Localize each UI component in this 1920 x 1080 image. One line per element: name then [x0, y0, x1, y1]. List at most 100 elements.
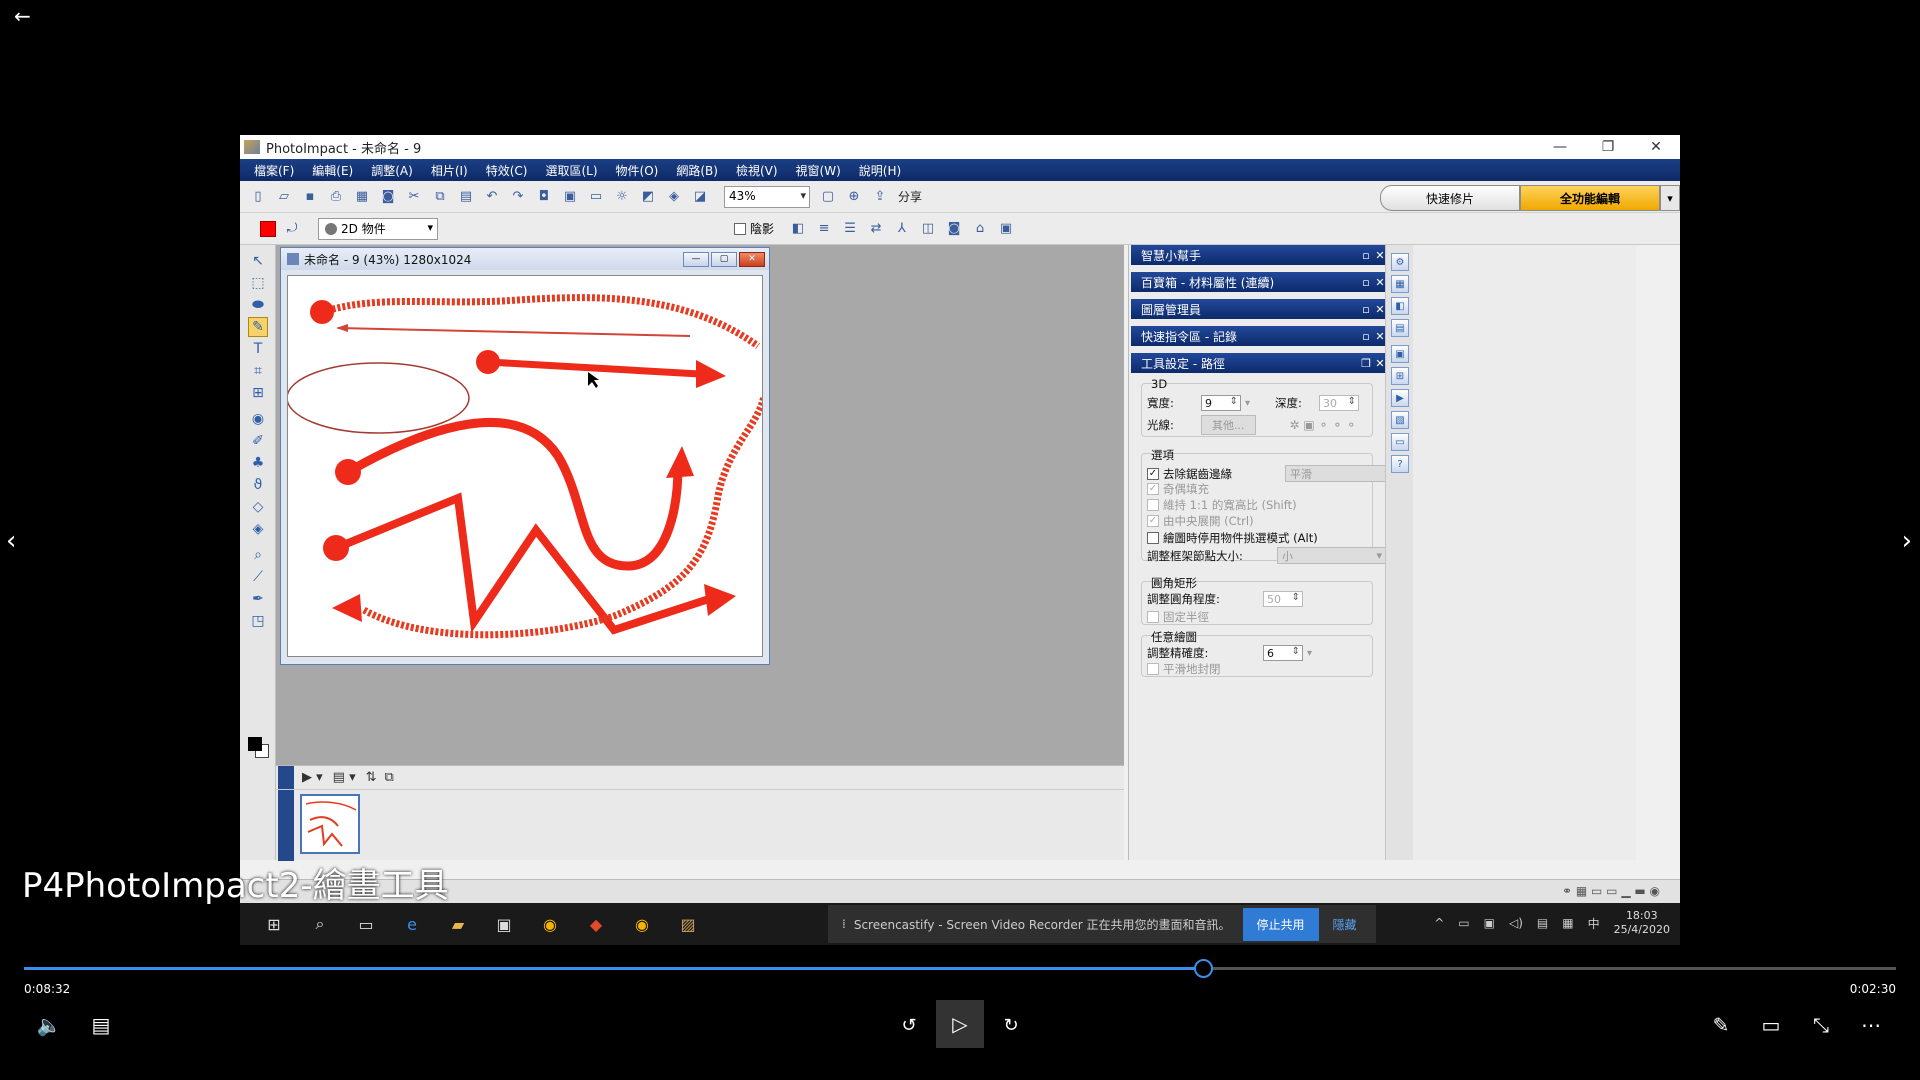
- share-icon[interactable]: ⇪: [870, 187, 890, 207]
- image-icon[interactable]: ▣: [560, 187, 580, 207]
- copy-icon[interactable]: ⧉: [430, 187, 450, 207]
- play-button[interactable]: ▷: [936, 1000, 984, 1048]
- magnify-icon[interactable]: ⊕: [844, 187, 864, 207]
- menu-web[interactable]: 網路(B): [676, 162, 718, 179]
- shape-tool-icon[interactable]: ◳: [248, 611, 268, 631]
- minimize-button[interactable]: —: [1536, 135, 1584, 159]
- layout-icon[interactable]: ▤ ▾: [333, 770, 356, 785]
- selection-tool-icon[interactable]: ⬚: [248, 273, 268, 293]
- width-spinner[interactable]: 9: [1201, 395, 1241, 411]
- antialias-checkbox[interactable]: ✓: [1147, 467, 1159, 480]
- mini-view-icon[interactable]: ▭: [1756, 1010, 1786, 1040]
- play-thumb-icon[interactable]: ▶ ▾: [302, 770, 323, 785]
- network-icon[interactable]: ▣: [1484, 916, 1495, 930]
- full-edit-button[interactable]: 全功能編輯: [1520, 185, 1660, 211]
- path-drawing-tool-icon[interactable]: ✎: [248, 317, 268, 337]
- eraser-tool-icon[interactable]: ◇: [248, 497, 268, 517]
- save-icon[interactable]: ▪: [300, 187, 320, 207]
- redo-icon[interactable]: ↷: [508, 187, 528, 207]
- precision-expand-icon[interactable]: ▾: [1307, 648, 1312, 659]
- fixed-radius-checkbox[interactable]: [1147, 611, 1159, 623]
- pick-tool-icon[interactable]: ↖: [248, 251, 268, 271]
- stamp-tool-icon[interactable]: ♣: [248, 453, 268, 473]
- other-button[interactable]: 其他...: [1201, 415, 1256, 435]
- exit-fullscreen-icon[interactable]: ⤡: [1806, 1010, 1836, 1040]
- cut-icon[interactable]: ✂: [404, 187, 424, 207]
- zoom-select[interactable]: 43%: [724, 185, 810, 208]
- drawing-canvas[interactable]: [287, 275, 763, 657]
- seek-bar[interactable]: [24, 959, 1896, 978]
- panel-float-icon[interactable]: ▫: [1359, 276, 1373, 289]
- sort-icon[interactable]: ⇅: [366, 770, 377, 785]
- grid-shortcut-icon[interactable]: ⊞: [1391, 367, 1409, 385]
- antialias-row[interactable]: ✓ 去除鋸齒邊緣 平滑: [1147, 465, 1395, 482]
- disable-select-row[interactable]: 繪圖時停用物件挑選模式 (Alt): [1147, 530, 1318, 546]
- menu-effect[interactable]: 特效(C): [486, 162, 528, 179]
- task-view-icon[interactable]: ▭: [354, 912, 378, 936]
- doc-minimize-button[interactable]: —: [683, 251, 709, 267]
- edit-pen-icon[interactable]: ✎: [1706, 1010, 1736, 1040]
- chrome-active-icon[interactable]: ◉: [630, 912, 654, 936]
- panel-dock-icon[interactable]: ❐: [1359, 357, 1373, 370]
- panel-float-icon[interactable]: ▫: [1359, 249, 1373, 262]
- menu-help[interactable]: 說明(H): [859, 162, 901, 179]
- chrome-icon[interactable]: ◉: [538, 912, 562, 936]
- layer-shortcut-icon[interactable]: ◧: [1391, 297, 1409, 315]
- close-button[interactable]: ✕: [1632, 135, 1680, 159]
- light-direction-icons[interactable]: ✲ ▣ ⚬ ⚬ ⚬: [1290, 418, 1357, 432]
- smooth-close-checkbox[interactable]: [1147, 663, 1159, 675]
- eyedropper-tool-icon[interactable]: ⟋: [248, 567, 268, 587]
- lasso-tool-icon[interactable]: ⬬: [248, 295, 268, 315]
- keep-ratio-checkbox[interactable]: [1147, 499, 1159, 511]
- gallery-shortcut-icon[interactable]: ▧: [1391, 411, 1409, 429]
- edge-icon[interactable]: e: [400, 912, 424, 936]
- tool-settings-shortcut-icon[interactable]: ▣: [1391, 345, 1409, 363]
- hide-button[interactable]: 隱藏: [1333, 916, 1357, 933]
- fill-color-swatch[interactable]: [260, 220, 276, 237]
- menu-selection[interactable]: 選取區(L): [545, 162, 597, 179]
- split-icon[interactable]: ⅄: [892, 219, 912, 239]
- doc-maximize-button[interactable]: ▢: [711, 251, 737, 267]
- store-icon[interactable]: ▣: [492, 912, 516, 936]
- capture-icon[interactable]: ◘: [534, 187, 554, 207]
- palette-shortcut-icon[interactable]: ▦: [1391, 275, 1409, 293]
- node-size-select[interactable]: 小: [1277, 547, 1387, 564]
- panel-float-icon[interactable]: ▫: [1359, 330, 1373, 343]
- sun-icon[interactable]: ☼: [612, 187, 632, 207]
- depth-spinner[interactable]: 30: [1319, 395, 1359, 411]
- menu-window[interactable]: 視窗(W): [796, 162, 841, 179]
- panel-easypalette[interactable]: 百寶箱 - 材料屬性 (連續) ▫ ✕: [1131, 272, 1387, 292]
- arrange-icon[interactable]: ⇄: [866, 219, 886, 239]
- object-type-select[interactable]: 2D 物件: [318, 217, 438, 240]
- file-explorer-icon[interactable]: ▰: [446, 912, 470, 936]
- monitor-icon[interactable]: ▭: [586, 187, 606, 207]
- help-shortcut-icon[interactable]: ?: [1391, 455, 1409, 473]
- rewind-10-icon[interactable]: ↺: [894, 1010, 924, 1040]
- panel-tool-settings[interactable]: 工具設定 - 路徑 ❐ ✕: [1131, 353, 1387, 373]
- quick-edit-button[interactable]: 快速修片: [1380, 185, 1520, 211]
- width-expand-icon[interactable]: ▾: [1245, 398, 1250, 409]
- previous-chevron-icon[interactable]: ‹: [6, 526, 16, 556]
- ime-indicator[interactable]: 中: [1588, 915, 1600, 932]
- fill-tool-icon[interactable]: ◈: [248, 519, 268, 539]
- assistant-shortcut-icon[interactable]: ⚙: [1391, 253, 1409, 271]
- scan-icon[interactable]: ▦: [352, 187, 372, 207]
- monitor-shortcut-icon[interactable]: ▭: [1391, 433, 1409, 451]
- chart-icon[interactable]: ◩: [638, 187, 658, 207]
- next-chevron-icon[interactable]: ›: [1902, 526, 1912, 556]
- eye-tool-icon[interactable]: ◉: [248, 409, 268, 429]
- camera-icon[interactable]: ◙: [944, 219, 964, 239]
- pen-tool-icon[interactable]: ✒: [248, 589, 268, 609]
- taskbar-search-icon[interactable]: ⌕: [308, 912, 332, 936]
- battery-icon[interactable]: ▭: [1458, 916, 1469, 930]
- odd-fill-checkbox[interactable]: ✓: [1147, 483, 1159, 495]
- menu-object[interactable]: 物件(O): [616, 162, 659, 179]
- menu-edit[interactable]: 編輯(E): [312, 162, 353, 179]
- copy-thumb-icon[interactable]: ⧉: [385, 770, 394, 785]
- panel-quick-command[interactable]: 快速指令區 - 記錄 ▫ ✕: [1131, 326, 1387, 346]
- paste-icon[interactable]: ▤: [456, 187, 476, 207]
- history-shortcut-icon[interactable]: ▤: [1391, 319, 1409, 337]
- seek-bar-thumb[interactable]: [1194, 959, 1214, 978]
- keyboard-icon[interactable]: ▦: [1562, 916, 1573, 930]
- shadow-checkbox-box[interactable]: [734, 222, 746, 235]
